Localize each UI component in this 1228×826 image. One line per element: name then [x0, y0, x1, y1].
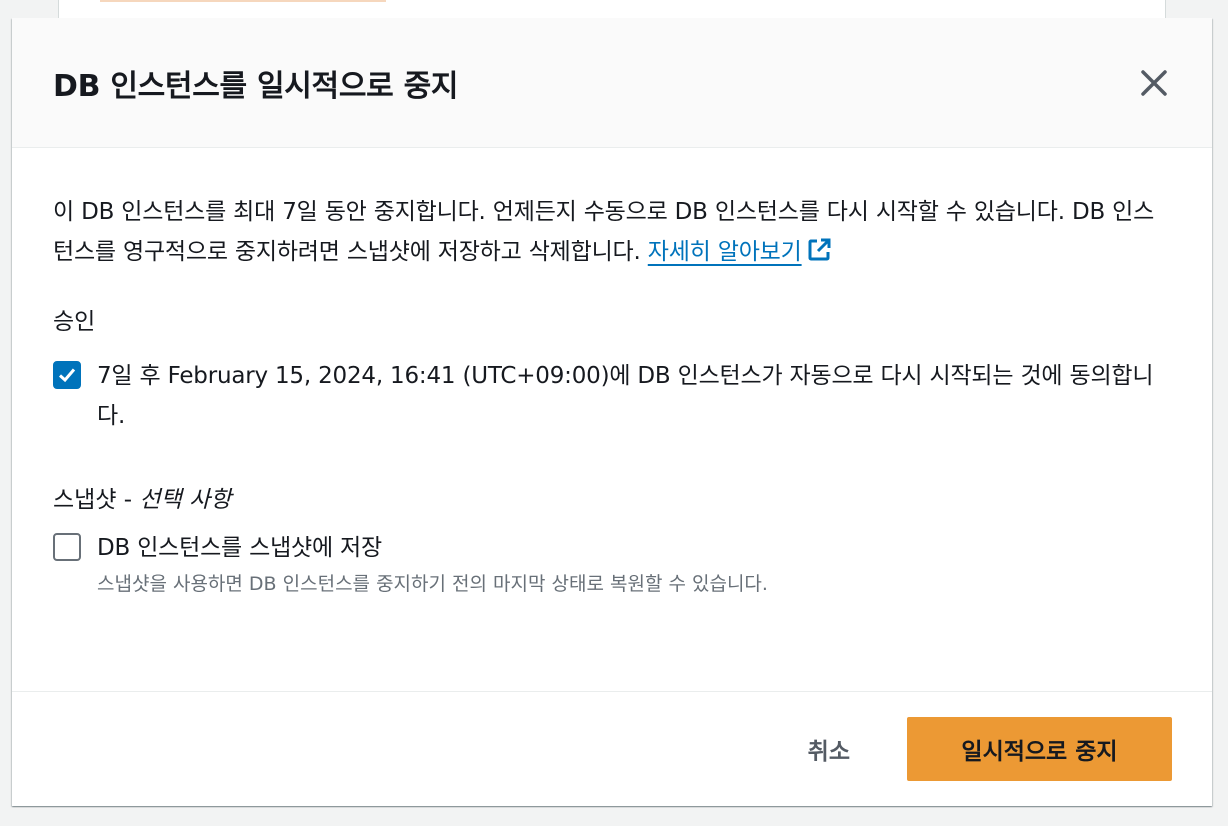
- stop-instance-modal: DB 인스턴스를 일시적으로 중지 이 DB 인스턴스를 최대 7일 동안 중지…: [12, 18, 1212, 806]
- modal-footer: 취소 일시적으로 중지: [12, 692, 1212, 806]
- close-icon: [1141, 69, 1167, 96]
- acknowledge-row: 7일 후 February 15, 2024, 16:41 (UTC+09:00…: [53, 356, 1172, 436]
- close-button[interactable]: [1136, 65, 1172, 101]
- snapshot-checkbox-description: 스냅샷을 사용하면 DB 인스턴스를 중지하기 전의 마지막 상태로 복원할 수…: [97, 573, 768, 595]
- description-text: 이 DB 인스턴스를 최대 7일 동안 중지합니다. 언제든지 수동으로 DB …: [53, 199, 1155, 265]
- external-link-icon: [808, 238, 831, 261]
- snapshot-checkbox-label: DB 인스턴스를 스냅샷에 저장: [97, 535, 382, 561]
- acknowledge-checkbox-label: 7일 후 February 15, 2024, 16:41 (UTC+09:00…: [97, 363, 1154, 429]
- snapshot-checkbox[interactable]: [53, 533, 81, 561]
- background-card: [58, 0, 1166, 18]
- snapshot-row: DB 인스턴스를 스냅샷에 저장 스냅샷을 사용하면 DB 인스턴스를 중지하기…: [53, 528, 1172, 598]
- stop-temporarily-button[interactable]: 일시적으로 중지: [907, 717, 1172, 781]
- background-accent: [100, 0, 386, 2]
- modal-body: 이 DB 인스턴스를 최대 7일 동안 중지합니다. 언제든지 수동으로 DB …: [12, 148, 1212, 692]
- acknowledge-checkbox[interactable]: [53, 361, 81, 389]
- cancel-button[interactable]: 취소: [788, 732, 870, 766]
- description: 이 DB 인스턴스를 최대 7일 동안 중지합니다. 언제든지 수동으로 DB …: [53, 192, 1172, 272]
- learn-more-label: 자세히 알아보기: [647, 239, 802, 265]
- modal-header: DB 인스턴스를 일시적으로 중지: [12, 18, 1212, 148]
- acknowledge-label: 승인: [53, 309, 96, 335]
- learn-more-link[interactable]: 자세히 알아보기: [647, 238, 832, 265]
- optional-label: 선택 사항: [139, 487, 232, 513]
- modal-title: DB 인스턴스를 일시적으로 중지: [53, 68, 459, 104]
- check-icon: [58, 368, 76, 383]
- snapshot-label: 스냅샷 - 선택 사항: [53, 480, 1172, 514]
- snapshot-label-text: 스냅샷 -: [53, 487, 133, 513]
